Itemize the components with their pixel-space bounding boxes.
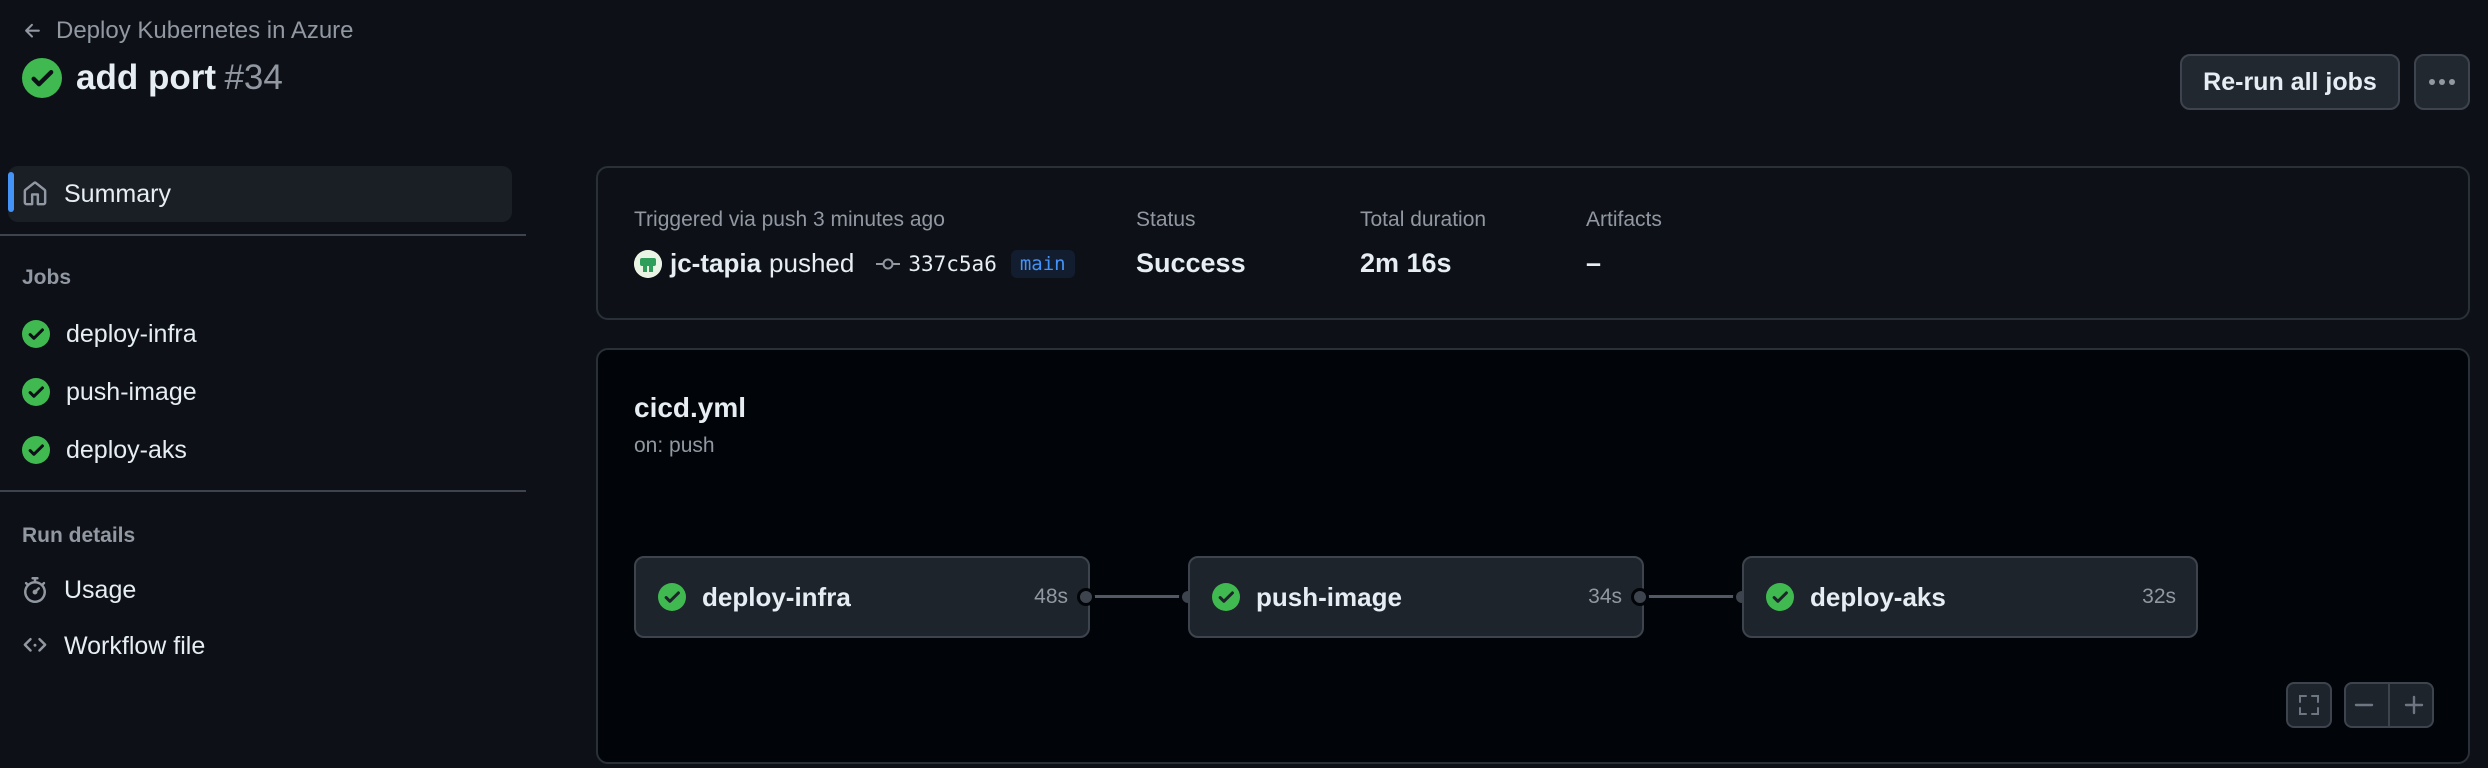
sidebar-item-usage[interactable]: Usage: [8, 562, 512, 618]
run-summary-card: Triggered via push 3 minutes ago jc-tapi…: [596, 166, 2470, 320]
artifacts-label: Artifacts: [1586, 208, 1662, 231]
sidebar-item-label: push-image: [66, 377, 197, 406]
duration-value: 2m 16s: [1360, 248, 1452, 278]
job-duration: 34s: [1588, 585, 1622, 608]
check-circle-icon: [22, 58, 62, 98]
sidebar-item-label: Workflow file: [64, 631, 206, 660]
jobs-heading: Jobs: [22, 266, 72, 289]
job-duration: 32s: [2142, 585, 2176, 608]
push-action: pushed: [769, 248, 855, 278]
stopwatch-icon: [22, 577, 48, 603]
home-icon: [22, 181, 48, 207]
sidebar-item-label: Summary: [64, 179, 171, 208]
arrow-left-icon: [22, 20, 44, 42]
zoom-in-button[interactable]: [2403, 694, 2425, 716]
job-output-port: [1077, 588, 1095, 606]
job-name: push-image: [1256, 581, 1402, 612]
check-circle-icon: [22, 320, 50, 348]
workflow-name: cicd.yml: [634, 392, 747, 423]
kebab-horizontal-icon: [2427, 78, 2457, 86]
actor-name[interactable]: jc-tapia: [670, 248, 761, 279]
file-code-icon: [22, 633, 48, 659]
sidebar-item-workflow-file[interactable]: Workflow file: [8, 618, 512, 674]
job-connector: [1640, 595, 1742, 598]
sidebar-item-deploy-infra[interactable]: deploy-infra: [8, 306, 512, 362]
sidebar-item-label: deploy-aks: [66, 435, 187, 464]
sidebar-divider: [0, 490, 526, 492]
sidebar-item-summary[interactable]: Summary: [8, 166, 512, 222]
run-details-heading: Run details: [22, 524, 136, 547]
job-name: deploy-aks: [1810, 581, 1946, 612]
sidebar-item-label: Usage: [64, 575, 137, 604]
run-title: add port: [76, 58, 216, 97]
check-circle-icon: [22, 436, 50, 464]
sidebar-item-label: deploy-infra: [66, 319, 197, 348]
more-options-button[interactable]: [2414, 54, 2470, 110]
avatar: [634, 249, 662, 278]
check-circle-icon: [22, 378, 50, 406]
zoom-out-button[interactable]: [2353, 694, 2375, 716]
screen-full-icon: [2297, 693, 2321, 717]
job-node-push-image[interactable]: push-image 34s: [1188, 556, 1644, 638]
active-indicator: [8, 172, 14, 212]
plus-icon: [2403, 694, 2425, 716]
job-node-deploy-aks[interactable]: deploy-aks 32s: [1742, 556, 2198, 638]
git-commit-icon: [876, 256, 901, 272]
page-title: add port #34: [22, 54, 283, 102]
zoom-divider: [2387, 682, 2390, 728]
status-value: Success: [1136, 248, 1246, 278]
push-info: jc-tapia pushed 337c5a6 main: [634, 248, 1075, 279]
fullscreen-button[interactable]: [2286, 682, 2332, 728]
check-circle-icon: [1212, 583, 1240, 611]
commit-sha-link[interactable]: 337c5a6: [908, 252, 997, 276]
job-duration: 48s: [1034, 585, 1068, 608]
job-connector: [1086, 595, 1188, 598]
sidebar-item-deploy-aks[interactable]: deploy-aks: [8, 422, 512, 478]
artifacts-value: –: [1586, 248, 1602, 278]
zoom-controls: [2344, 682, 2434, 728]
job-name: deploy-infra: [702, 581, 851, 612]
run-number: #34: [224, 58, 283, 97]
status-label: Status: [1136, 208, 1196, 231]
back-link[interactable]: Deploy Kubernetes in Azure: [22, 14, 354, 48]
workflow-graph: cicd.yml on: push deploy-infra 48s push-…: [596, 348, 2470, 764]
job-output-port: [1631, 588, 1649, 606]
check-circle-icon: [658, 583, 686, 611]
trigger-text: Triggered via push 3 minutes ago: [634, 208, 945, 231]
job-node-deploy-infra[interactable]: deploy-infra 48s: [634, 556, 1090, 638]
duration-label: Total duration: [1360, 208, 1487, 231]
branch-badge[interactable]: main: [1010, 249, 1075, 278]
workflow-trigger: on: push: [634, 434, 715, 457]
rerun-all-jobs-button[interactable]: Re-run all jobs: [2180, 54, 2400, 110]
sidebar-item-push-image[interactable]: push-image: [8, 364, 512, 420]
check-circle-icon: [1766, 583, 1794, 611]
sidebar-divider: [0, 234, 526, 236]
dash-icon: [2353, 694, 2375, 716]
back-link-label: Deploy Kubernetes in Azure: [56, 17, 354, 44]
